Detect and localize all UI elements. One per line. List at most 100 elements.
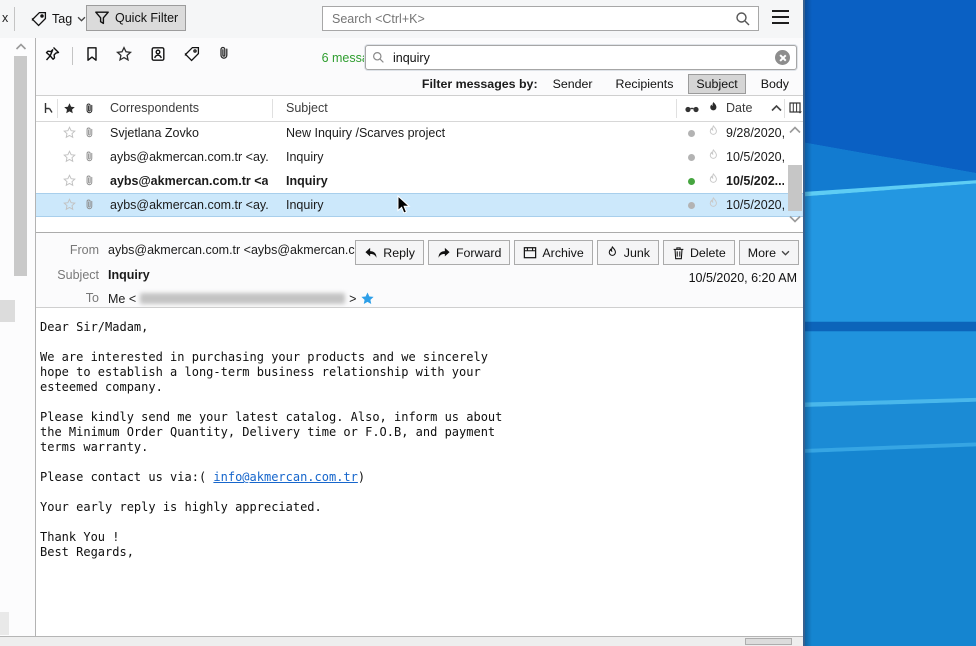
junk-button[interactable]: Junk <box>597 240 659 265</box>
correspondent-cell: aybs@akmercan.com.tr <a... <box>110 174 268 188</box>
star-icon[interactable] <box>63 198 76 211</box>
app-menu-button[interactable] <box>772 10 792 28</box>
body-line: Please kindly send me your latest catalo… <box>40 410 795 425</box>
junk-label: Junk <box>624 246 650 260</box>
table-row[interactable]: Svjetlana Zovko New Inquiry /Scarves pro… <box>36 121 805 145</box>
filter-subject-button[interactable]: Subject <box>688 74 745 94</box>
starred-blue-icon[interactable] <box>360 291 375 306</box>
global-search-input[interactable] <box>330 11 735 27</box>
attachment-column-icon[interactable] <box>83 102 96 115</box>
star-icon[interactable] <box>63 126 76 139</box>
pin-icon[interactable] <box>44 46 60 62</box>
left-scrollbar-thumb[interactable] <box>14 56 27 276</box>
column-picker-icon[interactable] <box>789 102 803 115</box>
chevron-down-icon <box>77 16 86 22</box>
subject-cell: Inquiry <box>286 198 666 212</box>
junk-icon[interactable] <box>707 149 720 162</box>
global-search-box <box>322 6 759 31</box>
thread-column-icon[interactable] <box>43 102 55 115</box>
filter-by-row: Filter messages by: Sender Recipients Su… <box>422 74 797 94</box>
date-cell: 9/28/2020,... <box>726 126 784 140</box>
message-date: 10/5/2020, 6:20 AM <box>689 271 797 285</box>
search-icon <box>372 51 385 64</box>
junk-icon[interactable] <box>707 125 720 138</box>
quick-filter-button[interactable]: Quick Filter <box>86 5 186 31</box>
cutoff-button[interactable]: x <box>2 11 8 25</box>
screenshot-root: x Tag Quick Filter <box>0 0 976 646</box>
mouse-cursor <box>397 195 411 215</box>
reply-label: Reply <box>383 246 415 260</box>
body-line: esteemed company. <box>40 380 795 395</box>
quick-filter-label: Quick Filter <box>115 11 178 25</box>
archive-button[interactable]: Archive <box>514 240 592 265</box>
more-button[interactable]: More <box>739 240 799 265</box>
quick-filter-search-box <box>365 45 797 70</box>
star-icon[interactable] <box>63 150 76 163</box>
column-correspondents[interactable]: Correspondents <box>110 101 199 115</box>
to-prefix: Me < <box>108 292 136 306</box>
date-cell: 10/5/2020,... <box>726 150 784 164</box>
list-scrollbar-thumb[interactable] <box>788 165 802 211</box>
filter-body-button[interactable]: Body <box>753 74 797 94</box>
quick-filter-bar: 6 messages Filter messages by: Sender Re… <box>36 38 805 96</box>
from-label: From <box>36 243 99 257</box>
body-line-with-link: Please contact us via:( info@akmercan.co… <box>40 470 795 485</box>
column-date[interactable]: Date <box>726 101 752 115</box>
pane-splitter-grip[interactable] <box>0 300 15 322</box>
windows-desktop[interactable] <box>805 0 976 646</box>
attachment-icon <box>83 198 96 211</box>
trash-icon <box>672 246 685 260</box>
more-label: More <box>748 246 776 260</box>
scroll-up-icon[interactable] <box>15 43 27 51</box>
attachment-icon <box>83 174 96 187</box>
thunderbird-window: x Tag Quick Filter <box>0 0 805 646</box>
table-row[interactable]: aybs@akmercan.com.tr <ay... Inquiry 10/5… <box>36 145 805 169</box>
scroll-down-icon[interactable] <box>788 215 802 223</box>
body-line <box>40 485 795 500</box>
table-row-selected[interactable]: aybs@akmercan.com.tr <ay... Inquiry 10/5… <box>36 193 805 217</box>
body-line: hope to establish a long-term business r… <box>40 365 795 380</box>
list-header: Correspondents Subject Date <box>36 96 805 122</box>
quick-filter-search-input[interactable] <box>391 50 769 66</box>
filter-sender-button[interactable]: Sender <box>545 74 601 94</box>
search-icon <box>735 11 751 27</box>
email-link[interactable]: info@akmercan.com.tr <box>213 470 358 484</box>
column-subject[interactable]: Subject <box>286 101 328 115</box>
filter-recipients-button[interactable]: Recipients <box>608 74 682 94</box>
sort-ascending-icon <box>771 105 782 112</box>
star-icon[interactable] <box>63 174 76 187</box>
scroll-up-icon[interactable] <box>788 126 802 134</box>
contact-prefix: Please contact us via:( <box>40 470 213 484</box>
filter-contact-icon[interactable] <box>150 46 166 62</box>
unread-indicator <box>688 178 695 185</box>
window-shadow <box>805 0 976 646</box>
read-column-icon[interactable] <box>684 105 700 114</box>
redacted-email <box>140 293 345 304</box>
table-row[interactable]: aybs@akmercan.com.tr <a... Inquiry 10/5/… <box>36 169 805 193</box>
message-header-pane: From aybs@akmercan.com.tr <aybs@akmercan… <box>36 233 805 308</box>
qfb-separator <box>72 47 73 65</box>
junk-icon[interactable] <box>707 197 720 210</box>
attachment-icon <box>83 126 96 139</box>
to-value: Me < > <box>108 291 375 306</box>
filter-tag-icon[interactable] <box>184 46 200 62</box>
correspondent-cell: aybs@akmercan.com.tr <ay... <box>110 150 268 164</box>
column-separator <box>272 99 273 118</box>
filter-attachment-icon[interactable] <box>216 45 232 61</box>
left-scroll-bottom <box>0 612 9 635</box>
subject-cell: New Inquiry /Scarves project <box>286 126 666 140</box>
tag-button[interactable]: Tag <box>24 6 93 32</box>
subject-cell: Inquiry <box>286 174 666 188</box>
delete-button[interactable]: Delete <box>663 240 735 265</box>
contact-suffix: ) <box>358 470 365 484</box>
star-column-icon[interactable] <box>63 102 76 115</box>
reply-button[interactable]: Reply <box>355 240 424 265</box>
tag-icon <box>31 11 47 27</box>
junk-icon[interactable] <box>707 173 720 186</box>
forward-button[interactable]: Forward <box>428 240 510 265</box>
filter-starred-icon[interactable] <box>116 46 132 62</box>
filter-unread-icon[interactable] <box>84 46 100 62</box>
clear-search-icon[interactable] <box>775 50 790 65</box>
junk-column-icon[interactable] <box>707 101 720 114</box>
horizontal-scrollbar-thumb[interactable] <box>745 638 792 645</box>
